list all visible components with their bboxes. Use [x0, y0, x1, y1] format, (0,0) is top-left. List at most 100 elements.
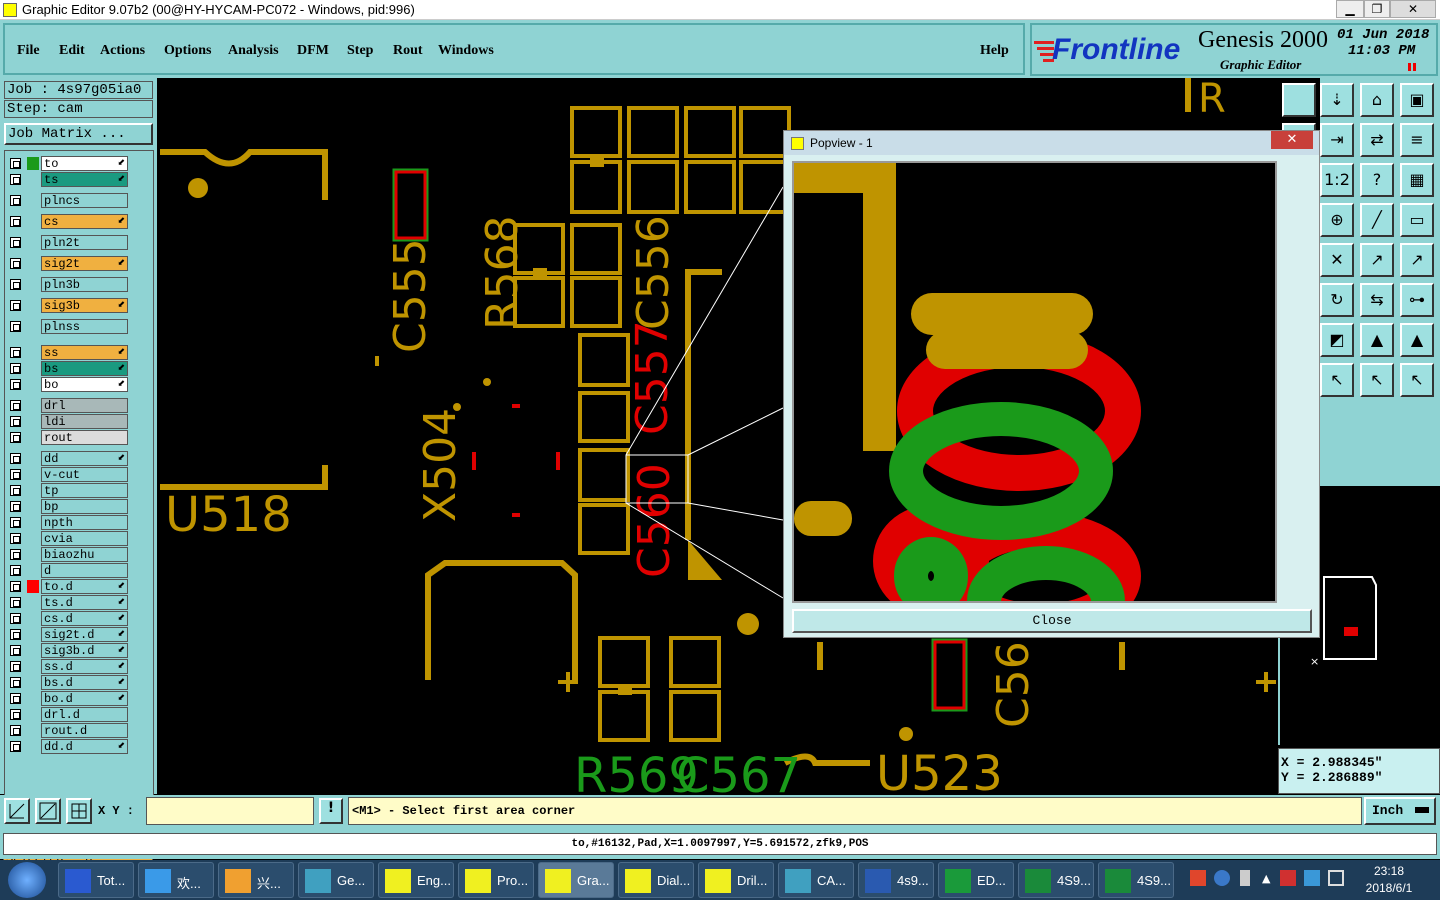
taskbar-item[interactable]: 4S9...: [1018, 862, 1094, 898]
menu-help[interactable]: Help: [980, 43, 1009, 59]
popview-close-button[interactable]: Close: [792, 609, 1312, 633]
tray-expand-icon[interactable]: ▲: [1262, 872, 1270, 885]
scale-icon[interactable]: 1:2: [1320, 163, 1354, 197]
layer-checkbox[interactable]: [10, 485, 21, 496]
menu-edit[interactable]: Edit: [59, 43, 85, 59]
zoom-area-icon[interactable]: [4, 798, 30, 824]
layer-row[interactable]: drl: [5, 398, 153, 413]
taskbar-item[interactable]: 欢...: [138, 862, 214, 898]
layer-checkbox[interactable]: [10, 725, 21, 736]
layer-name[interactable]: rout: [41, 430, 128, 445]
taskbar-item[interactable]: Tot...: [58, 862, 134, 898]
layer-row[interactable]: dd ⬋: [5, 451, 153, 466]
cursor-icon[interactable]: ↖: [1360, 363, 1394, 397]
menu-analysis[interactable]: Analysis: [228, 43, 279, 59]
start-button[interactable]: [8, 862, 46, 898]
window-icon[interactable]: ▣: [1400, 83, 1434, 117]
import-icon[interactable]: ⇥: [1320, 123, 1354, 157]
layer-row[interactable]: drl.d: [5, 707, 153, 722]
layer-name[interactable]: npth: [41, 515, 128, 530]
layer-row[interactable]: cs.d ⬋: [5, 611, 153, 626]
layer-row[interactable]: bo ⬋: [5, 377, 153, 392]
layer-row[interactable]: pln3b: [5, 277, 153, 292]
layer-checkbox[interactable]: [10, 597, 21, 608]
layer-checkbox[interactable]: [10, 379, 21, 390]
layer-checkbox[interactable]: [10, 453, 21, 464]
layer-name[interactable]: to.d ⬋: [41, 579, 128, 594]
layer-row[interactable]: npth: [5, 515, 153, 530]
home-icon[interactable]: ⌂: [1360, 83, 1394, 117]
layer-name[interactable]: dd.d ⬋: [41, 739, 128, 754]
export-icon[interactable]: [1282, 83, 1316, 117]
layer-row[interactable]: ts.d ⬋: [5, 595, 153, 610]
download-icon[interactable]: ⇣: [1320, 83, 1354, 117]
layer-name[interactable]: tp: [41, 483, 128, 498]
layer-checkbox[interactable]: [10, 533, 21, 544]
layer-row[interactable]: d: [5, 563, 153, 578]
layer-row[interactable]: ss.d ⬋: [5, 659, 153, 674]
layer-checkbox[interactable]: [10, 300, 21, 311]
layer-name[interactable]: ss.d ⬋: [41, 659, 128, 674]
layer-row[interactable]: rout: [5, 430, 153, 445]
warning-icon[interactable]: !: [319, 798, 343, 824]
layer-checkbox[interactable]: [10, 517, 21, 528]
layer-name[interactable]: bs ⬋: [41, 361, 128, 376]
menu-rout[interactable]: Rout: [393, 43, 423, 59]
system-clock[interactable]: 23:18 2018/6/1: [1352, 863, 1426, 897]
layer-checkbox[interactable]: [10, 661, 21, 672]
layer-checkbox[interactable]: [10, 400, 21, 411]
layer-name[interactable]: biaozhu: [41, 547, 128, 562]
layer-name[interactable]: d: [41, 563, 128, 578]
layer-checkbox[interactable]: [10, 709, 21, 720]
layer-row[interactable]: tp: [5, 483, 153, 498]
layer-checkbox[interactable]: [10, 613, 21, 624]
layer-checkbox[interactable]: [10, 549, 21, 560]
layer-row[interactable]: sig3b.d ⬋: [5, 643, 153, 658]
layer-name[interactable]: rout.d: [41, 723, 128, 738]
triangle-icon[interactable]: ▲: [1360, 323, 1394, 357]
layer-checkbox[interactable]: [10, 321, 21, 332]
help-icon[interactable]: ?: [1360, 163, 1394, 197]
taskbar-item[interactable]: 4s9...: [858, 862, 934, 898]
traffic-icon[interactable]: ⊕: [1320, 203, 1354, 237]
layer-name[interactable]: sig3b.d ⬋: [41, 643, 128, 658]
layer-checkbox[interactable]: [10, 432, 21, 443]
tray-monitor-icon[interactable]: [1328, 870, 1344, 886]
layer-checkbox[interactable]: [10, 347, 21, 358]
layer-checkbox[interactable]: [10, 363, 21, 374]
layer-checkbox[interactable]: [10, 693, 21, 704]
layer-row[interactable]: plncs: [5, 193, 153, 208]
layer-name[interactable]: pln3b: [41, 277, 128, 292]
taskbar-item[interactable]: 兴...: [218, 862, 294, 898]
layer-name[interactable]: bo ⬋: [41, 377, 128, 392]
close-window-button[interactable]: ✕: [1390, 0, 1436, 18]
layer-row[interactable]: bs ⬋: [5, 361, 153, 376]
unit-selector[interactable]: Inch: [1364, 797, 1436, 825]
layer-row[interactable]: cvia: [5, 531, 153, 546]
tray-s-icon[interactable]: [1190, 870, 1206, 886]
layer-checkbox[interactable]: [10, 416, 21, 427]
layer-name[interactable]: pln2t: [41, 235, 128, 250]
taskbar-item[interactable]: 4S9...: [1098, 862, 1174, 898]
layer-checkbox[interactable]: [10, 565, 21, 576]
menu-step[interactable]: Step: [347, 43, 373, 59]
taskbar-item[interactable]: Pro...: [458, 862, 534, 898]
layer-row[interactable]: rout.d: [5, 723, 153, 738]
layer-row[interactable]: sig3b ⬋: [5, 298, 153, 313]
taskbar-item[interactable]: Gra...: [538, 862, 614, 898]
layer-checkbox[interactable]: [10, 279, 21, 290]
layer-checkbox[interactable]: [10, 581, 21, 592]
taskbar-item[interactable]: Eng...: [378, 862, 454, 898]
layer-checkbox[interactable]: [10, 237, 21, 248]
layer-name[interactable]: to ⬋: [41, 156, 128, 171]
layer-row[interactable]: ss ⬋: [5, 345, 153, 360]
minimize-button[interactable]: ▁: [1336, 0, 1364, 18]
triangle-icon[interactable]: ▲: [1400, 323, 1434, 357]
layer-checkbox[interactable]: [10, 741, 21, 752]
layer-name[interactable]: ldi: [41, 414, 128, 429]
layer-checkbox[interactable]: [10, 158, 21, 169]
layer-row[interactable]: bp: [5, 499, 153, 514]
layer-checkbox[interactable]: [10, 645, 21, 656]
layer-name[interactable]: drl: [41, 398, 128, 413]
popview-close-x-button[interactable]: ✕: [1271, 131, 1313, 149]
